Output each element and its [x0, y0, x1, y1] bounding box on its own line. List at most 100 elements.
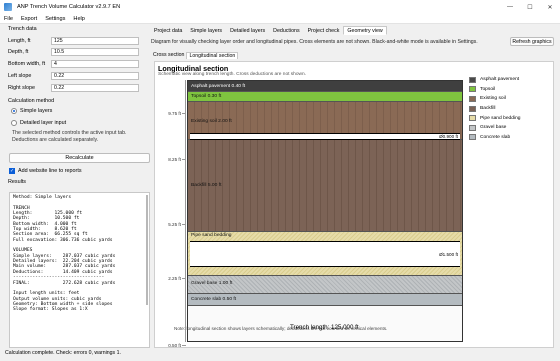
- y-axis: [185, 80, 186, 342]
- refresh-graphics-button[interactable]: Refresh graphics: [510, 37, 554, 46]
- length-label: Length, ft: [8, 37, 31, 44]
- y-tick: [182, 224, 186, 225]
- minimize-button[interactable]: —: [500, 0, 520, 14]
- y-tick: [182, 159, 186, 160]
- radio-simple-layers[interactable]: Simple layers: [11, 108, 52, 114]
- checkbox-checked-icon: ✓: [9, 168, 15, 174]
- app-icon: [4, 3, 12, 11]
- depth-row: Depth, ft 10.5: [8, 47, 149, 56]
- legend-swatch: [469, 134, 476, 141]
- layer-topsoil: Topsoil 0.30 ft: [188, 92, 462, 102]
- legend-label: Gravel base: [480, 125, 507, 131]
- length-row: Length, ft 125: [8, 36, 149, 45]
- layer-topsoil-label: Topsoil 0.30 ft: [191, 94, 222, 99]
- tab-detailed-layers[interactable]: Detailed layers: [226, 26, 269, 35]
- close-button[interactable]: ✕: [540, 0, 560, 14]
- length-input[interactable]: 125: [51, 36, 139, 45]
- left-slope-input[interactable]: 0.22: [51, 71, 139, 80]
- tab-geometry-view[interactable]: Geometry view: [343, 26, 387, 35]
- layer-asphalt: Asphalt pavement 0.40 ft: [188, 81, 462, 92]
- legend-item: Concrete slab: [469, 133, 551, 143]
- pipe-1-label: Ø0.900 ft: [439, 134, 458, 139]
- layer-pipe-sand-bedding: Pipe sand bedding Ø1.500 ft: [188, 232, 462, 276]
- legend-swatch: [469, 76, 476, 83]
- bottom-width-input[interactable]: 4: [51, 59, 139, 68]
- method-note-line2: Deductions are calculated separately.: [12, 136, 99, 143]
- legend-item: Backfill: [469, 104, 551, 114]
- menu-export[interactable]: Export: [17, 16, 41, 22]
- y-tick: [182, 113, 186, 114]
- left-panel: Trench data Length, ft 125 Depth, ft 10.…: [6, 26, 152, 350]
- results-scrollbar[interactable]: [146, 195, 148, 313]
- legend-label: Topsoil: [480, 86, 496, 92]
- legend-label: Concrete slab: [480, 134, 511, 140]
- tab-project-check[interactable]: Project check: [304, 26, 344, 35]
- method-note: The selected method controls the active …: [12, 130, 152, 143]
- legend-label: Existing soil: [480, 96, 506, 102]
- radio-simple-layers-label: Simple layers: [20, 108, 53, 114]
- layer-gravel-base: Gravel base 1.00 ft: [188, 276, 462, 294]
- layer-pipe-sand-bedding-label: Pipe sand bedding: [191, 233, 232, 238]
- y-tick-label: 2.25 ft: [168, 276, 181, 281]
- section-canvas: Longitudinal section Schematic view alon…: [154, 61, 554, 348]
- legend-swatch: [469, 115, 476, 122]
- tab-deductions[interactable]: Deductions: [269, 26, 304, 35]
- bottom-width-row: Bottom width, ft 4: [8, 59, 149, 68]
- pipe-1: Ø0.900 ft: [190, 133, 460, 140]
- y-tick-label: 8.25 ft: [168, 157, 181, 162]
- section-subtabs: Cross section Longitudinal section: [151, 52, 239, 59]
- result-line: Slope format: Slopes as 1:X: [13, 307, 88, 313]
- y-tick: [182, 278, 186, 279]
- right-slope-input[interactable]: 0.22: [51, 83, 139, 92]
- legend-item: Pipe sand bedding: [469, 113, 551, 123]
- layer-concrete-slab-label: Concrete slab 0.50 ft: [191, 297, 237, 302]
- y-tick-label: 9.75 ft: [168, 111, 181, 116]
- layer-gravel-base-label: Gravel base 1.00 ft: [191, 281, 233, 286]
- tab-simple-layers[interactable]: Simple layers: [186, 26, 226, 35]
- geometry-description: Diagram for visually checking layer orde…: [151, 39, 478, 45]
- legend-item: Gravel base: [469, 123, 551, 133]
- layer-existing-soil-label: Existing soil 2.00 ft: [191, 119, 232, 124]
- radio-detailed-layers[interactable]: Detailed layer input: [11, 120, 66, 126]
- layer-existing-soil: Existing soil 2.00 ft Ø0.900 ft: [188, 102, 462, 140]
- status-bar: Calculation complete. Check: errors 0, w…: [0, 348, 560, 357]
- depth-input[interactable]: 10.5: [51, 47, 139, 56]
- menu-help[interactable]: Help: [69, 16, 89, 22]
- legend-item: Existing soil: [469, 94, 551, 104]
- maximize-button[interactable]: ☐: [520, 0, 540, 14]
- tab-project-data[interactable]: Project data: [150, 26, 186, 35]
- layer-concrete-slab: Concrete slab 0.50 ft: [188, 294, 462, 306]
- add-website-checkbox[interactable]: ✓ Add website line to reports: [9, 168, 82, 174]
- subtab-longitudinal-section[interactable]: Longitudinal section: [186, 52, 239, 59]
- legend-item: Asphalt pavement: [469, 75, 551, 85]
- trench-length-label: Trench length: 125.000 ft: [290, 324, 359, 331]
- menu-bar: File Export Settings Help: [0, 14, 560, 24]
- layer-backfill: Backfill 5.00 ft: [188, 140, 462, 232]
- main-tabs: Project data Simple layers Detailed laye…: [150, 26, 387, 35]
- right-slope-row: Right slope 0.22: [8, 83, 149, 92]
- legend-label: Asphalt pavement: [480, 77, 520, 83]
- layer-asphalt-label: Asphalt pavement 0.40 ft: [191, 84, 246, 89]
- window-controls: — ☐ ✕: [500, 0, 560, 14]
- subtab-cross-section[interactable]: Cross section: [151, 52, 186, 59]
- legend-item: Topsoil: [469, 85, 551, 95]
- legend-swatch: [469, 95, 476, 102]
- menu-settings[interactable]: Settings: [41, 16, 69, 22]
- right-panel: Project data Simple layers Detailed laye…: [150, 26, 556, 348]
- menu-file[interactable]: File: [0, 16, 17, 22]
- right-slope-label: Right slope: [8, 84, 35, 91]
- layer-backfill-label: Backfill 5.00 ft: [191, 183, 222, 188]
- window-title: ANP Trench Volume Calculator v2.9.7 EN: [17, 4, 121, 10]
- legend-label: Backfill: [480, 106, 496, 112]
- calc-method-heading: Calculation method: [8, 98, 55, 104]
- radio-unselected-icon: [11, 120, 17, 126]
- legend: Asphalt pavement Topsoil Existing soil B…: [469, 75, 551, 142]
- y-tick-label: 5.25 ft: [168, 222, 181, 227]
- results-heading: Results: [8, 179, 26, 185]
- recalculate-button[interactable]: Recalculate: [9, 153, 150, 163]
- status-text: Calculation complete. Check: errors 0, w…: [5, 349, 121, 356]
- legend-swatch: [469, 105, 476, 112]
- y-tick: [182, 345, 186, 346]
- results-textbox[interactable]: Method: Simple layers TRENCH Length: 125…: [9, 192, 150, 348]
- radio-detailed-layers-label: Detailed layer input: [20, 120, 67, 126]
